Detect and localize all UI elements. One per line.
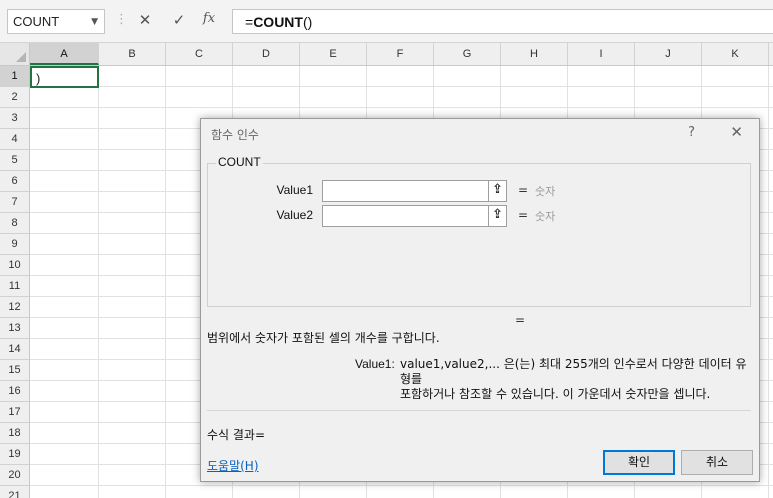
column-header-j[interactable]: J — [635, 43, 702, 65]
row-header-8[interactable]: 8 — [0, 213, 29, 234]
row-header-7[interactable]: 7 — [0, 192, 29, 213]
row-header-21[interactable]: 21 — [0, 486, 29, 498]
row-header-17[interactable]: 17 — [0, 402, 29, 423]
vertical-dots-icon: ⋮ — [115, 12, 128, 27]
name-box[interactable]: COUNT ▼ — [7, 9, 105, 34]
select-all-button[interactable] — [0, 43, 30, 66]
function-arguments-dialog: 함수 인수 ? ✕ COUNT Value1 ⇪ = 숫자 Value2 ⇪ =… — [200, 118, 760, 482]
grid-column-line — [98, 66, 99, 498]
row-header-12[interactable]: 12 — [0, 297, 29, 318]
argument-description-label: Value1: — [355, 357, 395, 371]
row-header-6[interactable]: 6 — [0, 171, 29, 192]
help-link[interactable]: 도움말(H) — [207, 457, 259, 474]
column-header-e[interactable]: E — [300, 43, 367, 65]
row-header-3[interactable]: 3 — [0, 108, 29, 129]
row-header-18[interactable]: 18 — [0, 423, 29, 444]
row-header-13[interactable]: 13 — [0, 318, 29, 339]
enter-formula-icon[interactable]: ✓ — [168, 11, 190, 29]
argument-equals: = — [518, 183, 529, 197]
formula-text: =COUNT() — [245, 14, 313, 30]
row-header-4[interactable]: 4 — [0, 129, 29, 150]
column-headers: ABCDEFGHIJK — [30, 43, 773, 66]
row-header-16[interactable]: 16 — [0, 381, 29, 402]
dialog-title: 함수 인수 — [211, 128, 259, 142]
argument-description: value1,value2,... 은(는) 최대 255개의 인수로서 다양한… — [400, 357, 747, 401]
grid-column-line — [768, 66, 769, 498]
row-header-20[interactable]: 20 — [0, 465, 29, 486]
row-header-2[interactable]: 2 — [0, 87, 29, 108]
grid-row-line — [30, 107, 773, 108]
column-header-c[interactable]: C — [166, 43, 233, 65]
argument-label: Value2 — [276, 208, 313, 222]
name-box-value: COUNT — [13, 14, 60, 29]
active-cell[interactable]: ) — [30, 66, 99, 88]
column-header-g[interactable]: G — [434, 43, 501, 65]
close-icon[interactable]: ✕ — [730, 123, 743, 141]
argument-row-value2: Value2 ⇪ = 숫자 — [208, 205, 748, 227]
row-header-15[interactable]: 15 — [0, 360, 29, 381]
cancel-formula-icon[interactable]: ✕ — [134, 11, 156, 29]
dialog-divider — [207, 410, 751, 411]
column-header-b[interactable]: B — [99, 43, 166, 65]
row-header-11[interactable]: 11 — [0, 276, 29, 297]
function-group: COUNT Value1 ⇪ = 숫자 Value2 ⇪ = 숫자 — [207, 155, 751, 307]
argument-equals: = — [518, 208, 529, 222]
row-headers: 1 2 3 4 5 6 7 8 9 10 11 12 13 14 15 16 17 18 19 20 21 — [0, 66, 30, 498]
formula-input[interactable]: =COUNT() — [233, 9, 773, 34]
cancel-button[interactable]: 취소 — [681, 450, 753, 475]
row-header-14[interactable]: 14 — [0, 339, 29, 360]
grid-row-line — [30, 86, 773, 87]
column-header-f[interactable]: F — [367, 43, 434, 65]
column-header-k[interactable]: K — [702, 43, 769, 65]
formula-bar: COUNT ▼ ⋮ ✕ ✓ fx =COUNT() — [0, 0, 773, 43]
insert-function-icon[interactable]: fx — [198, 11, 220, 26]
formula-result: 수식 결과= — [207, 428, 266, 442]
argument-label: Value1 — [276, 183, 313, 197]
column-header-h[interactable]: H — [501, 43, 568, 65]
range-picker-icon[interactable]: ⇪ — [489, 205, 507, 227]
column-header-i[interactable]: I — [568, 43, 635, 65]
ok-button[interactable]: 확인 — [603, 450, 675, 475]
argument-type-hint: 숫자 — [535, 210, 556, 223]
row-header-10[interactable]: 10 — [0, 255, 29, 276]
grid-row-line — [30, 485, 773, 486]
function-result-equals: = — [515, 313, 526, 327]
row-header-9[interactable]: 9 — [0, 234, 29, 255]
range-picker-icon[interactable]: ⇪ — [489, 180, 507, 202]
chevron-down-icon[interactable]: ▼ — [91, 17, 98, 27]
argument-type-hint: 숫자 — [535, 185, 556, 198]
function-name: COUNT — [216, 155, 263, 169]
help-icon[interactable]: ? — [688, 125, 695, 140]
value1-input[interactable] — [322, 180, 489, 202]
column-header-a[interactable]: A — [30, 43, 99, 65]
grid-column-line — [165, 66, 166, 498]
row-header-19[interactable]: 19 — [0, 444, 29, 465]
row-header-5[interactable]: 5 — [0, 150, 29, 171]
column-header-d[interactable]: D — [233, 43, 300, 65]
argument-row-value1: Value1 ⇪ = 숫자 — [208, 180, 748, 202]
value2-input[interactable] — [322, 205, 489, 227]
function-description: 범위에서 숫자가 포함된 셀의 개수를 구합니다. — [207, 331, 440, 345]
active-cell-content: ) — [36, 71, 41, 86]
row-header-1[interactable]: 1 — [0, 66, 29, 87]
